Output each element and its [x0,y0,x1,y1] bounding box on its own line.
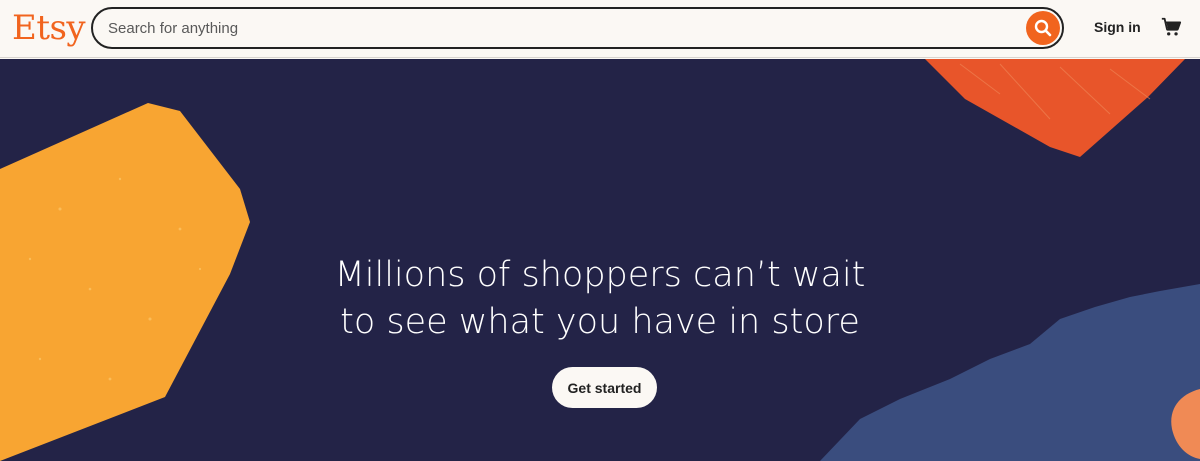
hero-headline-line1: Millions of shoppers can’t wait [334,255,866,295]
sign-in-link[interactable]: Sign in [1094,19,1141,35]
red-shape [925,59,1185,157]
site-header: Etsy Sign in [0,0,1200,58]
hero-headline-line2: to see what you have in store [340,302,860,342]
hero-banner: Millions of shoppers can’t wait to see w… [0,59,1200,461]
search-icon [1034,19,1052,37]
cart-icon [1161,17,1182,36]
search-bar[interactable] [91,7,1064,49]
hero-headline: Millions of shoppers can’t wait to see w… [0,252,1200,346]
get-started-button[interactable]: Get started [552,367,657,408]
search-input[interactable] [108,17,1008,39]
etsy-logo[interactable]: Etsy [12,6,86,50]
cart-button[interactable] [1160,16,1182,43]
search-button[interactable] [1026,11,1060,45]
